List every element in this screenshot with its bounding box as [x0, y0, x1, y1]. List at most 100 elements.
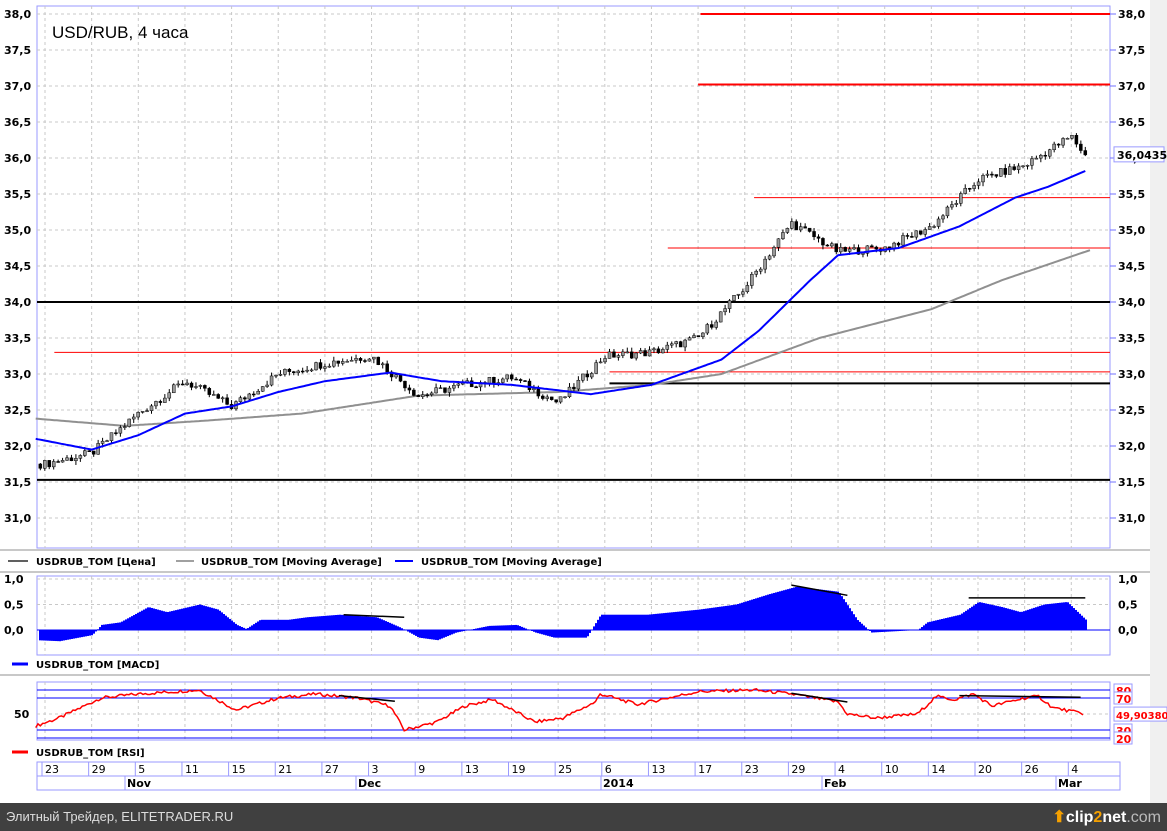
macd-bar [133, 615, 135, 630]
candle-body [114, 432, 118, 434]
macd-bar [681, 611, 683, 630]
macd-bar [685, 610, 687, 630]
macd-bar [497, 625, 499, 630]
macd-bar [605, 614, 607, 630]
macd-bar [895, 630, 897, 632]
macd-bar [1081, 615, 1083, 630]
macd-bar [459, 630, 461, 632]
macd-bar [193, 605, 195, 630]
legend-price: USDRUB_TOM [Цена] [36, 557, 156, 568]
macd-bar [807, 587, 809, 630]
macd-bar [539, 630, 541, 634]
macd-bar [1063, 602, 1065, 630]
candle-body [790, 221, 794, 229]
candle-body [260, 386, 265, 392]
macd-bar [1007, 608, 1009, 630]
macd-bar [141, 610, 143, 630]
macd-bar [501, 625, 503, 630]
month-label: Dec [358, 777, 381, 790]
macd-bar [93, 630, 95, 634]
candle-body [225, 397, 229, 405]
macd-bar [233, 622, 235, 630]
candle-body [74, 458, 78, 462]
candle-body [803, 226, 807, 229]
macd-bar [823, 589, 825, 630]
macd-bar [79, 630, 81, 638]
candle-body [1061, 138, 1065, 146]
macd-bar [161, 610, 163, 630]
macd-bar [745, 601, 747, 630]
candle-body [1079, 143, 1083, 151]
candle-body [274, 374, 278, 377]
macd-bar [921, 627, 923, 630]
macd-bar [163, 611, 165, 630]
y-tick-label-right: 35,0 [1118, 224, 1145, 237]
macd-bar [235, 623, 237, 630]
macd-bar [961, 613, 963, 630]
macd-bar [869, 630, 871, 631]
candle-body [429, 392, 434, 395]
macd-bar [223, 614, 225, 630]
y-tick-label-right: 32,0 [1118, 440, 1145, 453]
macd-bar [811, 588, 813, 630]
y-tick-label-right: 0,0 [1118, 624, 1138, 637]
candle-body [194, 386, 198, 388]
candle-body [576, 379, 581, 390]
macd-bar [121, 621, 123, 630]
candle-body [741, 291, 745, 295]
macd-bar [679, 611, 681, 630]
candle-body [296, 370, 300, 374]
candle-body [1021, 165, 1025, 168]
macd-bar [651, 614, 653, 630]
candle-body [901, 235, 905, 246]
macd-bar [109, 623, 111, 630]
macd-bar [297, 618, 299, 630]
macd-bar [1049, 603, 1051, 630]
macd-bar [1053, 603, 1055, 630]
date-tick-label: 9 [418, 763, 425, 776]
candle-body [727, 300, 732, 309]
macd-bar [567, 630, 569, 638]
macd-bar [1043, 604, 1045, 630]
macd-bar [397, 626, 399, 630]
date-tick-label: 6 [605, 763, 612, 776]
macd-bar [1041, 605, 1043, 630]
candle-body [692, 335, 696, 339]
macd-bar [1073, 608, 1075, 630]
macd-bar [855, 617, 857, 630]
macd-bar [841, 596, 843, 630]
macd-bar [495, 625, 497, 630]
macd-bar [557, 630, 559, 638]
macd-bar [237, 625, 239, 630]
macd-bar [409, 630, 411, 633]
macd-bar [277, 619, 279, 630]
candle-body [207, 388, 212, 395]
macd-bar [1021, 611, 1023, 630]
macd-bar [263, 619, 265, 630]
candle-body [754, 270, 758, 275]
macd-bar [615, 614, 617, 630]
candle-body [772, 247, 776, 257]
candle-body [825, 244, 830, 247]
macd-bar [753, 599, 755, 630]
macd-bar [493, 625, 495, 630]
candle-body [514, 378, 518, 381]
macd-bar [463, 630, 465, 632]
chart-background [0, 0, 1167, 803]
macd-bar [1061, 602, 1063, 630]
candle-body [638, 350, 643, 354]
candle-body [47, 460, 51, 468]
candle-body [959, 193, 963, 204]
macd-bar [881, 630, 883, 632]
macd-bar [699, 609, 701, 630]
candle-body [794, 221, 799, 231]
macd-bar [327, 615, 329, 630]
clip2net-logo[interactable]: ⬆clip2net.com [1052, 807, 1161, 827]
macd-bar [865, 627, 867, 630]
macd-bar [257, 621, 259, 630]
candle-body [972, 185, 976, 189]
macd-bar [445, 630, 447, 637]
macd-bar [705, 608, 707, 630]
candle-body [523, 380, 527, 382]
macd-bar [197, 604, 199, 630]
